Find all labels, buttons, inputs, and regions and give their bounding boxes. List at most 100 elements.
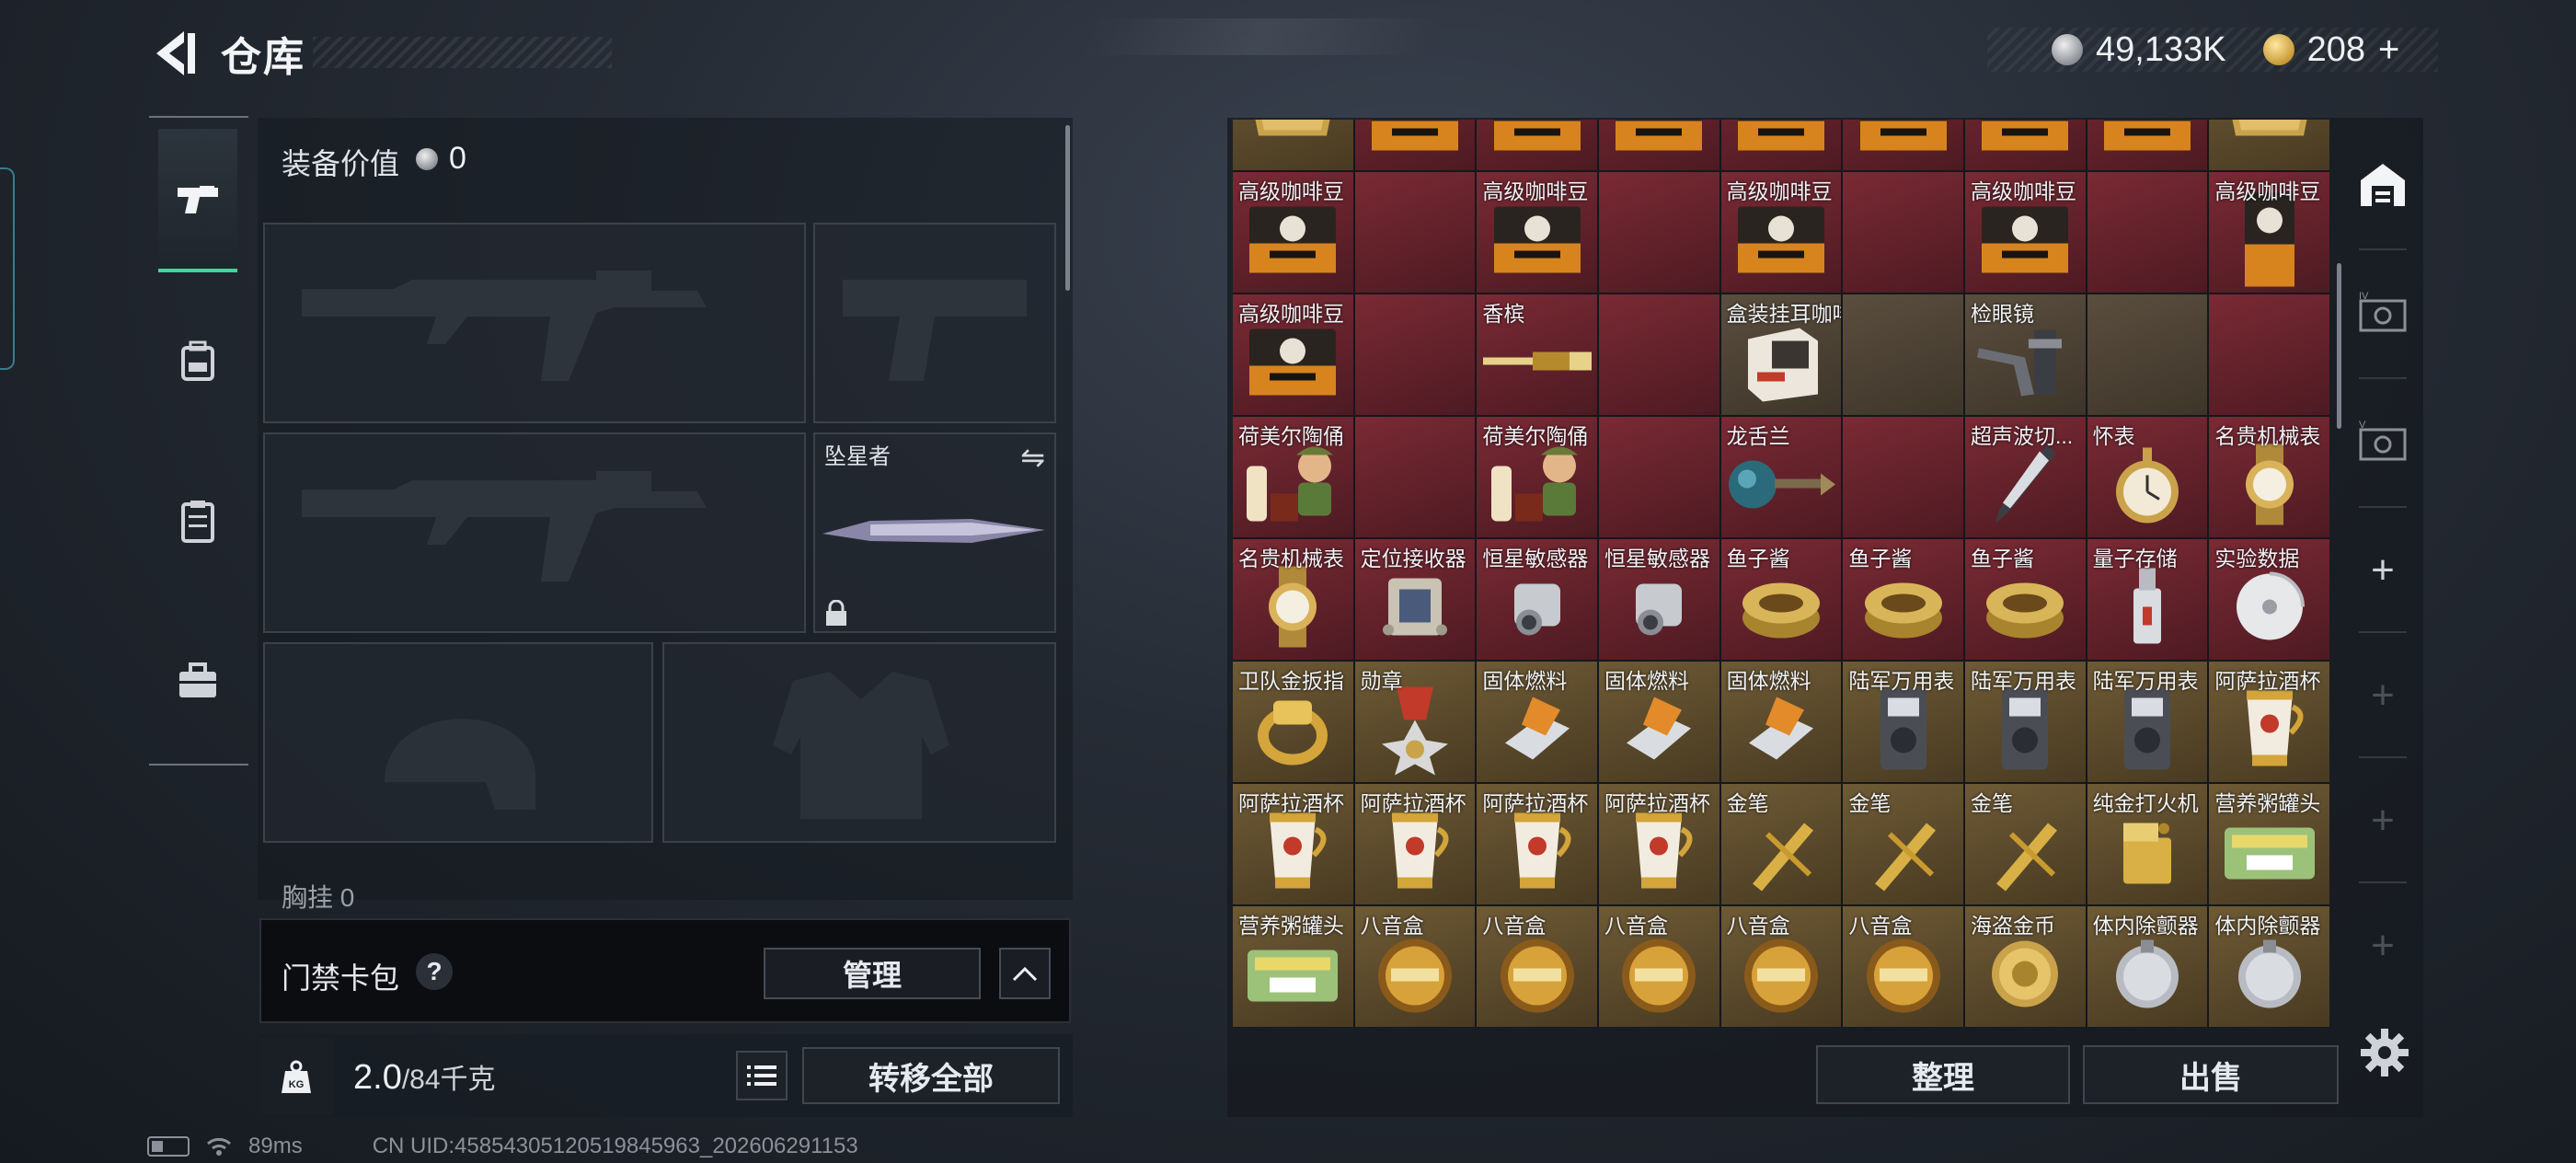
stash-item[interactable]: 阿萨拉酒杯 [1354, 784, 1476, 904]
stash-item[interactable]: 高级咖啡豆 [1233, 172, 1353, 293]
stash-item[interactable]: 营养粥罐头 [1233, 906, 1353, 1027]
stash-item[interactable]: 香槟 [1477, 294, 1597, 415]
stash-item[interactable]: 龙舌兰 [1720, 417, 1842, 537]
stash-item[interactable]: 名贵机械表 [2209, 417, 2329, 537]
stash-item[interactable]: 海盗金币 [1965, 906, 2086, 1027]
stash-cell[interactable] [2087, 120, 2208, 170]
stash-item[interactable]: 鱼子酱 [1843, 539, 1963, 660]
tab-armor[interactable] [158, 289, 237, 432]
stash-item[interactable]: 高级咖啡豆 [1720, 172, 1842, 293]
stash-cell[interactable] [1354, 294, 1476, 415]
manage-button[interactable]: 管理 [764, 948, 981, 999]
stash-item[interactable]: 八音盒 [1720, 906, 1842, 1027]
stash-item[interactable]: 金笔 [1843, 784, 1963, 904]
stash-item[interactable]: 八音盒 [1477, 906, 1597, 1027]
primary-weapon-slot[interactable] [263, 223, 806, 423]
stash-item[interactable]: 勋章 [1354, 662, 1476, 782]
stash-item[interactable]: 纯金打火机 [2087, 784, 2208, 904]
add-stash-button[interactable]: + [2346, 909, 2420, 983]
list-view-button[interactable] [736, 1051, 788, 1100]
tab-weapons[interactable] [158, 129, 237, 272]
stash-item[interactable]: 八音盒 [1843, 906, 1963, 1027]
stash-item[interactable]: 高级咖啡豆 [2209, 172, 2329, 293]
stash-cell[interactable] [1599, 172, 1719, 293]
stash-cell[interactable] [1599, 294, 1719, 415]
stash-item[interactable]: 怀表 [2087, 417, 2208, 537]
stash-item[interactable]: 盒装挂耳咖啡 [1720, 294, 1842, 415]
stash-cell[interactable] [1843, 417, 1963, 537]
back-icon[interactable] [147, 28, 202, 79]
stash-cell[interactable] [1599, 417, 1719, 537]
stash-cell[interactable] [1354, 172, 1476, 293]
stash-item[interactable]: 鱼子酱 [1720, 539, 1842, 660]
equipment-scrollbar[interactable] [1065, 125, 1070, 291]
stash-item[interactable]: 营养粥罐头 [2209, 784, 2329, 904]
stash-cell[interactable] [1843, 294, 1963, 415]
stash-item[interactable]: 卫队金扳指 [1233, 662, 1353, 782]
side-drawer-handle[interactable] [0, 167, 15, 370]
sell-button[interactable]: 出售 [2083, 1045, 2339, 1104]
stash-item[interactable]: 陆军万用表 [1843, 662, 1963, 782]
stash-item[interactable]: 阿萨拉酒杯 [1599, 784, 1719, 904]
helmet-slot[interactable] [263, 642, 653, 843]
add-currency-button[interactable]: + [2378, 29, 2399, 71]
add-stash-button[interactable]: + [2346, 659, 2420, 732]
stash-item[interactable]: 陆军万用表 [1965, 662, 2086, 782]
stash-item[interactable]: 体内除颤器 [2087, 906, 2208, 1027]
stash-item[interactable]: 阿萨拉酒杯 [1233, 784, 1353, 904]
tab-vest[interactable] [158, 449, 237, 593]
stash-item[interactable]: 固体燃料 [1477, 662, 1597, 782]
gear-icon[interactable] [2357, 1025, 2412, 1080]
stash-item[interactable]: 高级咖啡豆 [1965, 172, 2086, 293]
stash-scrollbar[interactable] [2337, 263, 2341, 429]
stash-item[interactable]: 体内除颤器 [2209, 906, 2329, 1027]
stash-item[interactable]: 恒星敏感器 [1477, 539, 1597, 660]
stash-cell[interactable] [2087, 294, 2208, 415]
stash-cell[interactable] [1965, 120, 2086, 170]
stash-cell[interactable] [1843, 120, 1963, 170]
stash-item[interactable]: 荷美尔陶俑 [1233, 417, 1353, 537]
stash-item[interactable]: 陆军万用表 [2087, 662, 2208, 782]
stash-cell[interactable] [1233, 120, 1353, 170]
stash-item[interactable]: 荷美尔陶俑 [1477, 417, 1597, 537]
stash-cell[interactable] [2087, 172, 2208, 293]
pistol-slot[interactable] [813, 223, 1056, 423]
stash-item[interactable]: 高级咖啡豆 [1233, 294, 1353, 415]
stash-cell[interactable] [1354, 120, 1476, 170]
stash-tab-5[interactable]: V [2346, 405, 2420, 478]
stash-item[interactable]: 检眼镜 [1965, 294, 2086, 415]
body-armor-slot[interactable] [662, 642, 1056, 843]
stash-item[interactable]: 金笔 [1965, 784, 2086, 904]
add-stash-button[interactable]: + [2346, 784, 2420, 858]
sort-button[interactable]: 整理 [1816, 1045, 2070, 1104]
stash-cell[interactable] [2209, 120, 2329, 170]
stash-item[interactable]: 八音盒 [1599, 906, 1719, 1027]
add-stash-button[interactable]: + [2346, 534, 2420, 607]
stash-item[interactable]: 金笔 [1720, 784, 1842, 904]
stash-cell[interactable] [1354, 417, 1476, 537]
stash-main-button[interactable] [2346, 147, 2420, 221]
stash-item[interactable]: 超声波切... [1965, 417, 2086, 537]
stash-cell[interactable] [1720, 120, 1842, 170]
help-button[interactable]: ? [416, 953, 453, 990]
stash-item[interactable]: 高级咖啡豆 [1477, 172, 1597, 293]
stash-item[interactable]: 名贵机械表 [1233, 539, 1353, 660]
stash-item[interactable]: 阿萨拉酒杯 [2209, 662, 2329, 782]
stash-item[interactable]: 量子存储 [2087, 539, 2208, 660]
tab-case[interactable] [158, 609, 237, 753]
stash-cell[interactable] [1843, 172, 1963, 293]
secondary-weapon-slot[interactable] [263, 432, 806, 633]
collapse-button[interactable] [999, 948, 1051, 999]
stash-item[interactable]: 阿萨拉酒杯 [1477, 784, 1597, 904]
stash-item[interactable]: 恒星敏感器 [1599, 539, 1719, 660]
stash-item[interactable]: 八音盒 [1354, 906, 1476, 1027]
stash-cell[interactable] [2209, 294, 2329, 415]
stash-tab-4[interactable]: IV [2346, 276, 2420, 350]
stash-item[interactable]: 固体燃料 [1599, 662, 1719, 782]
stash-item[interactable]: 鱼子酱 [1965, 539, 2086, 660]
stash-item[interactable]: 定位接收器 [1354, 539, 1476, 660]
melee-slot[interactable]: 坠星者 ⇋ [813, 432, 1056, 633]
stash-item[interactable]: 实验数据 [2209, 539, 2329, 660]
stash-cell[interactable] [1599, 120, 1719, 170]
transfer-all-button[interactable]: 转移全部 [802, 1047, 1060, 1104]
